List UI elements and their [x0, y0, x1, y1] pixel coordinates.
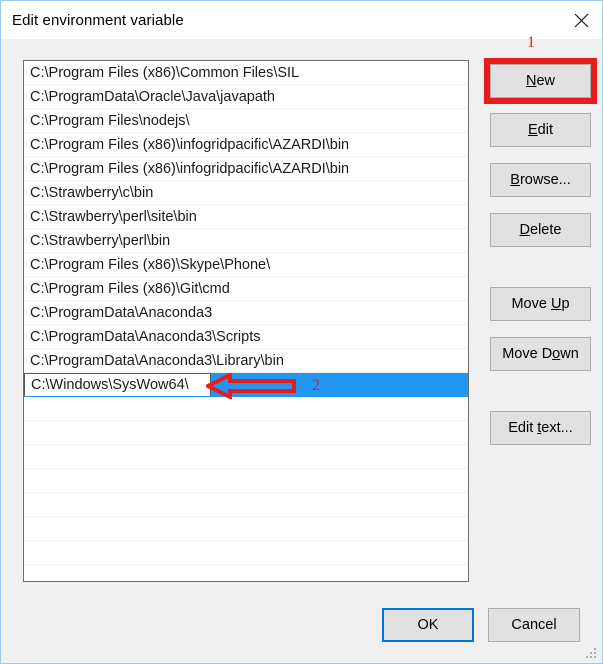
edit-button-label-post: dit [537, 122, 553, 138]
new-button-accel: N [525, 73, 537, 89]
edit-text-button[interactable]: Edit text... [490, 411, 591, 445]
ok-button[interactable]: OK [382, 608, 474, 642]
title-bar: Edit environment variable [1, 0, 602, 39]
cancel-button[interactable]: Cancel [488, 608, 580, 642]
list-item-empty[interactable] [24, 565, 468, 581]
move-up-button-accel: U [550, 296, 562, 312]
list-item[interactable]: C:\Strawberry\perl\bin [24, 229, 468, 253]
list-item[interactable]: C:\Program Files (x86)\Skype\Phone\ [24, 253, 468, 277]
move-down-button-label-pre: Move D [502, 346, 553, 362]
browse-button-accel: B [510, 172, 520, 188]
list-item-empty[interactable] [24, 445, 468, 469]
close-icon [574, 13, 589, 28]
move-up-button-label-post: p [561, 296, 570, 312]
move-up-button-label-pre: Move [511, 296, 551, 312]
list-item-empty[interactable] [24, 397, 468, 421]
list-item[interactable]: C:\ProgramData\Anaconda3\Scripts [24, 325, 468, 349]
browse-button-label-post: rowse... [519, 172, 571, 188]
list-item[interactable]: C:\Program Files (x86)\infogridpacific\A… [24, 157, 468, 181]
new-button[interactable]: New [490, 64, 591, 98]
edit-text-button-label-pre: Edit [508, 420, 538, 436]
list-item-selected[interactable]: C:\Windows\SysWow64\ [24, 373, 468, 397]
browse-button[interactable]: Browse... [490, 163, 591, 197]
resize-grip[interactable] [586, 647, 598, 659]
list-item-empty[interactable] [24, 493, 468, 517]
list-item-empty[interactable] [24, 517, 468, 541]
inline-edit-input[interactable]: C:\Windows\SysWow64\ [24, 373, 211, 396]
list-item[interactable]: C:\ProgramData\Anaconda3 [24, 301, 468, 325]
list-item-empty[interactable] [24, 421, 468, 445]
close-button[interactable] [558, 1, 602, 39]
path-list[interactable]: C:\Program Files (x86)\Common Files\SIL C… [23, 60, 469, 582]
edit-button[interactable]: Edit [490, 113, 591, 147]
list-item[interactable]: C:\Strawberry\perl\site\bin [24, 205, 468, 229]
list-item[interactable]: C:\ProgramData\Oracle\Java\javapath [24, 85, 468, 109]
list-item[interactable]: C:\Program Files (x86)\Git\cmd [24, 277, 468, 301]
window-title: Edit environment variable [12, 12, 184, 29]
list-item[interactable]: C:\Program Files (x86)\infogridpacific\A… [24, 133, 468, 157]
list-item[interactable]: C:\ProgramData\Anaconda3\Library\bin [24, 349, 468, 373]
edit-text-button-label-post: ext... [541, 420, 573, 436]
list-item-empty[interactable] [24, 469, 468, 493]
new-button-label-post: ew [536, 73, 556, 89]
list-item[interactable]: C:\Strawberry\c\bin [24, 181, 468, 205]
delete-button-label-post: elete [530, 222, 562, 238]
list-item-empty[interactable] [24, 541, 468, 565]
delete-button[interactable]: Delete [490, 213, 591, 247]
move-up-button[interactable]: Move Up [490, 287, 591, 321]
list-item[interactable]: C:\Program Files\nodejs\ [24, 109, 468, 133]
edit-button-accel: E [528, 122, 538, 138]
move-down-button[interactable]: Move Down [490, 337, 591, 371]
edit-environment-variable-dialog: Edit environment variable C:\Program Fil… [0, 0, 603, 664]
delete-button-accel: D [519, 222, 531, 238]
list-item[interactable]: C:\Program Files (x86)\Common Files\SIL [24, 61, 468, 85]
move-down-button-label-post: wn [560, 346, 579, 362]
